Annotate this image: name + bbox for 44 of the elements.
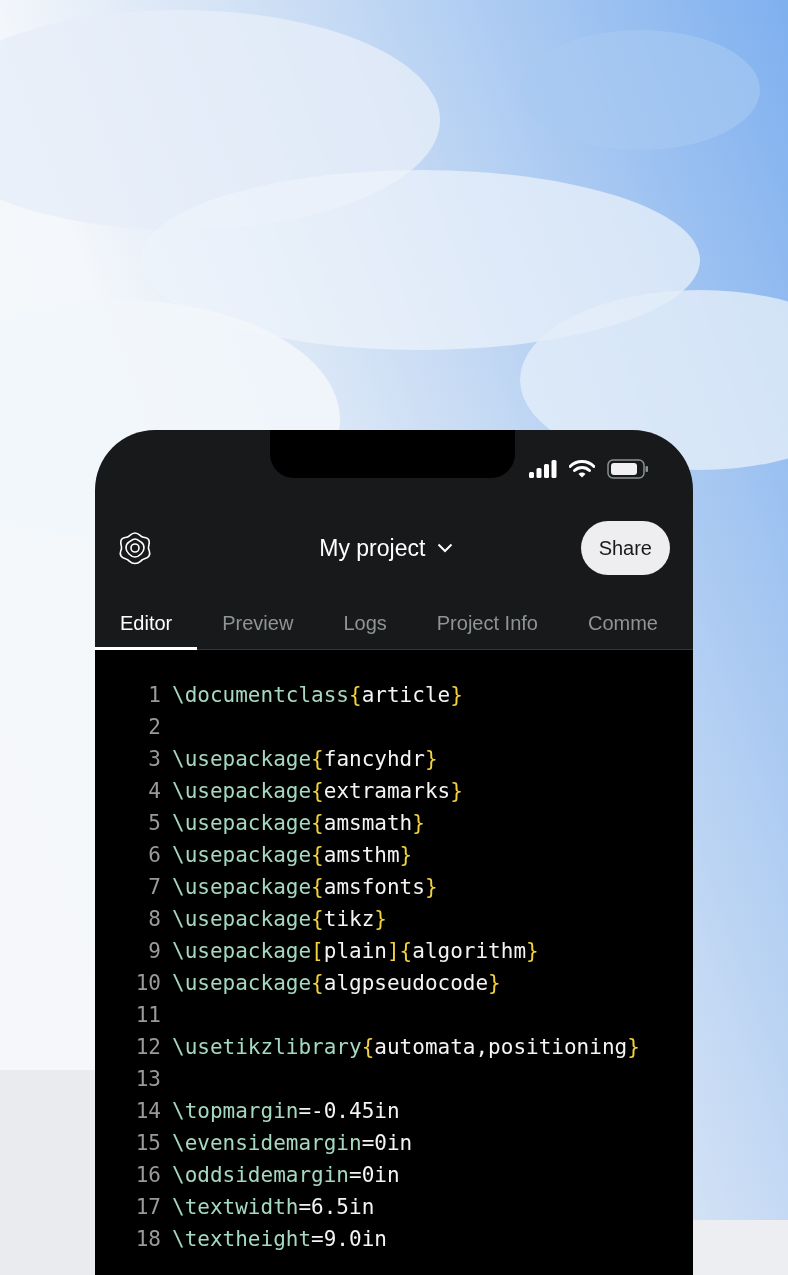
line-number: 17: [134, 1194, 161, 1222]
flower-logo-icon[interactable]: [118, 531, 152, 565]
line-number: 3: [147, 746, 161, 774]
code-line: \usepackage{amsfonts}: [172, 874, 438, 902]
share-button[interactable]: Share: [580, 521, 670, 575]
line-number: 15: [134, 1130, 161, 1158]
line-number: 9: [147, 938, 161, 966]
code-line: \usepackage{algpseudocode}: [172, 970, 501, 998]
line-number: 2: [147, 714, 161, 742]
line-number: 5: [147, 810, 161, 838]
line-number: 10: [134, 970, 161, 998]
code-line: \textwidth=6.5in: [172, 1194, 375, 1222]
code-line: \evensidemargin=0in: [172, 1130, 413, 1158]
line-number: 14: [134, 1098, 161, 1126]
code-line: \usepackage{amsthm}: [172, 842, 413, 870]
project-title-dropdown[interactable]: My project: [319, 530, 454, 566]
code-line: \usepackage{amsmath}: [172, 810, 425, 838]
line-number: 12: [134, 1034, 161, 1062]
line-number: 7: [147, 874, 161, 902]
line-number: 18: [134, 1226, 161, 1254]
code-line: \documentclass{article}: [172, 682, 463, 710]
code-line: \usepackage{extramarks}: [172, 778, 463, 806]
tab[interactable]: Comme: [562, 598, 683, 650]
line-number: 4: [147, 778, 161, 806]
tab[interactable]: Preview: [197, 598, 319, 650]
line-number: 16: [134, 1162, 161, 1190]
line-number: 8: [147, 906, 161, 934]
code-line: \topmargin=-0.45in: [172, 1098, 400, 1126]
code-line: \usepackage[plain]{algorithm}: [172, 938, 539, 966]
code-line: \textheight=9.0in: [172, 1226, 387, 1254]
code-line: \usepackage{fancyhdr}: [172, 746, 438, 774]
line-number: 1: [147, 682, 161, 710]
wifi-icon: [569, 460, 595, 478]
code-line: \usepackage{tikz}: [172, 906, 387, 934]
line-number: 11: [134, 1002, 161, 1030]
tab[interactable]: Logs: [318, 598, 412, 650]
chevron-down-icon: [437, 543, 454, 553]
code-line: \oddsidemargin=0in: [172, 1162, 400, 1190]
signal-icon: [529, 460, 557, 478]
line-number: 6: [147, 842, 161, 870]
tab[interactable]: Project Info: [411, 598, 563, 650]
battery-icon: [607, 459, 649, 479]
line-number: 13: [134, 1066, 161, 1094]
code-line: \usetikzlibrary{automata,positioning}: [172, 1034, 640, 1062]
